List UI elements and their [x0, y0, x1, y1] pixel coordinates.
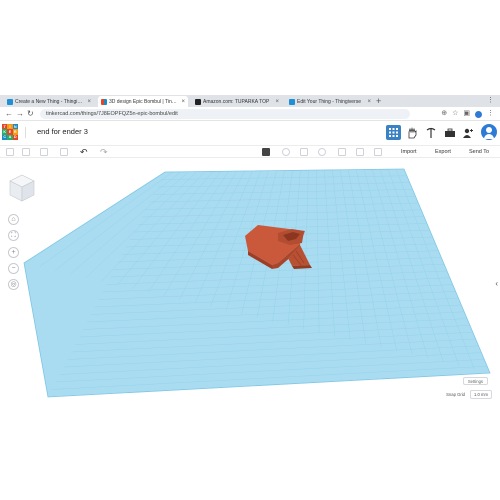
- screenshot-frame: Create a New Thing - Thingiverse × 3D de…: [0, 95, 500, 407]
- undo-icon[interactable]: ↶: [80, 148, 88, 157]
- view-cube-icon[interactable]: [8, 173, 36, 203]
- tinkercad-icon: [101, 98, 107, 105]
- workplane-viewport[interactable]: ⌂ ⛶ + − ◎ ‹ Settings Snap Grid 1.0 mm: [0, 159, 500, 407]
- grid-icon: [389, 128, 398, 137]
- perspective-toggle-button[interactable]: ◎: [8, 279, 19, 290]
- snap-grid-select[interactable]: 1.0 mm: [470, 390, 492, 399]
- reload-icon[interactable]: ↻: [27, 109, 34, 119]
- browser-address-bar: ← → ↻ tinkercad.com/things/7J8EOPFQZ5n-e…: [0, 107, 500, 121]
- group-icon[interactable]: [300, 148, 308, 156]
- tab-amazon[interactable]: Amazon.com: TUPARKA TOP ×: [192, 96, 282, 107]
- send-to-button[interactable]: Send To: [469, 148, 489, 157]
- tab-edit-thing[interactable]: Edit Your Thing - Thingiverse ×: [286, 96, 374, 107]
- import-button[interactable]: Import: [401, 148, 417, 157]
- tab-label: Edit Your Thing - Thingiverse: [297, 98, 362, 105]
- browser-menu-icon[interactable]: ⋮: [487, 109, 494, 119]
- close-icon[interactable]: ×: [367, 99, 371, 105]
- light-bulb-icon[interactable]: [282, 148, 290, 156]
- tinkercad-header: T I N K E R C A D end for ender 3: [0, 122, 500, 143]
- workplane-canvas[interactable]: [0, 159, 500, 407]
- zoom-in-button[interactable]: +: [8, 247, 19, 258]
- thingiverse-icon: [7, 98, 13, 105]
- tab-label: 3D design Epic Bombul | Tinkercad: [109, 98, 179, 105]
- back-arrow-icon[interactable]: ←: [5, 109, 13, 119]
- bookmark-star-icon[interactable]: ☆: [452, 109, 458, 119]
- thingiverse-icon: [289, 98, 295, 105]
- url-field[interactable]: tinkercad.com/things/7J8EOPFQZ5n-epic-bo…: [40, 109, 410, 119]
- export-button[interactable]: Export: [435, 148, 451, 157]
- settings-button[interactable]: Settings: [462, 377, 488, 385]
- snap-grid-label: Snap Grid: [446, 392, 465, 397]
- browser-extension-icons: ⊕ ☆ ▣ ⋮: [441, 109, 494, 119]
- ungroup-icon[interactable]: [318, 148, 326, 156]
- profile-icon[interactable]: [475, 110, 482, 118]
- tab-tinkercad[interactable]: 3D design Epic Bombul | Tinkercad ×: [98, 96, 188, 107]
- redo-icon[interactable]: ↷: [100, 148, 108, 157]
- delete-icon[interactable]: [60, 148, 68, 156]
- home-view-button[interactable]: ⌂: [8, 214, 19, 225]
- share-button[interactable]: [460, 125, 475, 140]
- hand-icon: [408, 126, 416, 138]
- close-icon[interactable]: ×: [275, 99, 279, 105]
- tab-label: Create a New Thing - Thingiverse: [15, 98, 85, 105]
- sim-lab-button[interactable]: [442, 125, 457, 140]
- divider: [25, 127, 26, 138]
- workplane-icon[interactable]: [374, 148, 382, 156]
- zoom-icon[interactable]: ⊕: [441, 109, 447, 119]
- logo-letter: D: [12, 134, 18, 140]
- amazon-icon: [195, 98, 201, 105]
- design-title[interactable]: end for ender 3: [37, 127, 88, 136]
- briefcase-icon: [444, 128, 455, 137]
- duplicate-icon[interactable]: [40, 148, 48, 156]
- forward-arrow-icon[interactable]: →: [16, 109, 24, 119]
- align-icon[interactable]: [338, 148, 346, 156]
- edit-toolbar: ↶ ↷ Import Export Send To: [0, 145, 500, 158]
- 3d-view-button[interactable]: [386, 125, 401, 140]
- notes-icon[interactable]: [262, 148, 270, 156]
- chevron-left-icon[interactable]: ‹: [495, 279, 498, 288]
- paste-icon[interactable]: [22, 148, 30, 156]
- zoom-out-button[interactable]: −: [8, 263, 19, 274]
- window-menu-icon[interactable]: ⋮: [487, 96, 494, 104]
- close-icon[interactable]: ×: [87, 99, 91, 105]
- pickaxe-icon: [426, 127, 435, 138]
- add-user-icon: [462, 128, 473, 138]
- bricks-button[interactable]: [423, 125, 438, 140]
- tab-label: Amazon.com: TUPARKA TOP: [203, 98, 270, 105]
- copy-icon[interactable]: [6, 148, 14, 156]
- new-tab-button[interactable]: +: [376, 96, 381, 106]
- blocks-button[interactable]: [404, 125, 419, 140]
- tinkercad-logo[interactable]: T I N K E R C A D: [2, 124, 18, 140]
- close-icon[interactable]: ×: [181, 99, 185, 105]
- extensions-icon[interactable]: ▣: [463, 109, 470, 119]
- tab-create-thing[interactable]: Create a New Thing - Thingiverse ×: [4, 96, 94, 107]
- browser-tab-strip: Create a New Thing - Thingiverse × 3D de…: [0, 95, 500, 107]
- view-cube[interactable]: [8, 173, 36, 208]
- fit-view-button[interactable]: ⛶: [8, 230, 19, 241]
- mirror-icon[interactable]: [356, 148, 364, 156]
- user-avatar[interactable]: [481, 124, 497, 140]
